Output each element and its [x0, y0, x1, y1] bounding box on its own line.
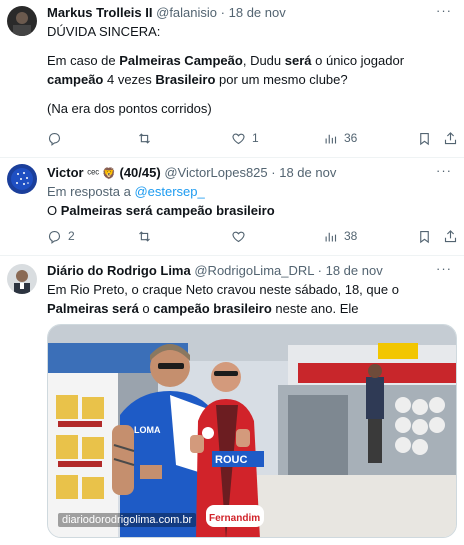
views-icon: [325, 134, 337, 143]
reply-button[interactable]: [47, 128, 68, 148]
author-name[interactable]: Markus Trolleis II: [47, 5, 153, 20]
tweet-actions: 2 38: [47, 226, 457, 246]
author-handle[interactable]: @VictorLopes825: [164, 165, 267, 180]
reply-count: 2: [68, 228, 75, 243]
heart-icon: [232, 133, 245, 144]
view-count: 36: [344, 130, 358, 145]
tweet-header: Victor ᶜᵉᶜ 🦁 (40/45) @VictorLopes825 · 1…: [47, 165, 337, 180]
author-name[interactable]: Victor: [47, 165, 84, 180]
share-button[interactable]: [443, 226, 458, 246]
bookmark-button[interactable]: [417, 226, 432, 246]
author-handle[interactable]: @RodrigoLima_DRL: [194, 263, 314, 278]
bookmark-button[interactable]: [417, 128, 432, 148]
shirt-logo-text: Fernandim: [209, 513, 260, 524]
author-badge-count: (40/45): [119, 165, 161, 180]
reply-to-link[interactable]: @estersep_: [134, 184, 204, 199]
tweet-text: Em Rio Preto, o craque Neto cravou neste…: [47, 282, 399, 316]
avatar[interactable]: [7, 6, 37, 36]
reply-button[interactable]: 2: [47, 226, 75, 246]
tweet-1[interactable]: Markus Trolleis II @falanisio · 18 de no…: [0, 0, 464, 158]
more-options-icon[interactable]: ···: [434, 4, 454, 22]
views-button[interactable]: 36: [323, 128, 357, 148]
share-icon: [444, 229, 457, 242]
share-button[interactable]: [443, 128, 458, 148]
tweet-2[interactable]: Victor ᶜᵉᶜ 🦁 (40/45) @VictorLopes825 · 1…: [0, 158, 464, 256]
author-handle[interactable]: @falanisio: [156, 5, 217, 20]
reply-icon: [48, 132, 61, 146]
avatar[interactable]: [7, 164, 37, 194]
tweet-date[interactable]: 18 de nov: [326, 263, 383, 278]
bookmark-icon: [420, 230, 429, 243]
more-options-icon[interactable]: ···: [434, 262, 454, 280]
view-count: 38: [344, 228, 358, 243]
tweet-header: Diário do Rodrigo Lima @RodrigoLima_DRL …: [47, 263, 383, 278]
views-icon: [325, 232, 337, 241]
avatar[interactable]: [7, 264, 37, 294]
tweet-actions: 1 36: [47, 128, 457, 148]
like-button[interactable]: [231, 226, 252, 246]
tweet-text: DÚVIDA SINCERA: Em caso de Palmeiras Cam…: [47, 24, 405, 116]
tweet-text: O Palmeiras será campeão brasileiro: [47, 203, 275, 218]
tweet-date[interactable]: 18 de nov: [279, 165, 336, 180]
reply-icon: [48, 230, 61, 244]
bookmark-icon: [420, 132, 429, 145]
heart-icon: [232, 231, 245, 242]
retweet-button[interactable]: [137, 226, 158, 246]
tweet-date[interactable]: 18 de nov: [229, 5, 286, 20]
reply-context: Em resposta a @estersep_: [47, 184, 205, 199]
share-icon: [444, 131, 457, 144]
retweet-icon: [139, 230, 150, 242]
retweet-button[interactable]: [137, 128, 158, 148]
author-name[interactable]: Diário do Rodrigo Lima: [47, 263, 191, 278]
tweet-header: Markus Trolleis II @falanisio · 18 de no…: [47, 5, 286, 20]
tweet-media-image[interactable]: LOMA ROUC Fernandim diariodorodrigolima.…: [47, 324, 457, 538]
like-button[interactable]: 1: [231, 128, 259, 148]
like-count: 1: [252, 130, 259, 145]
views-button[interactable]: 38: [323, 226, 357, 246]
svg-text:LOMA: LOMA: [134, 425, 161, 435]
shirt-sponsor-text: ROUC: [215, 454, 247, 466]
more-options-icon[interactable]: ···: [434, 164, 454, 182]
author-badge: ᶜᵉᶜ 🦁: [87, 168, 116, 180]
media-watermark: diariodorodrigolima.com.br: [58, 513, 197, 527]
retweet-icon: [139, 132, 150, 144]
